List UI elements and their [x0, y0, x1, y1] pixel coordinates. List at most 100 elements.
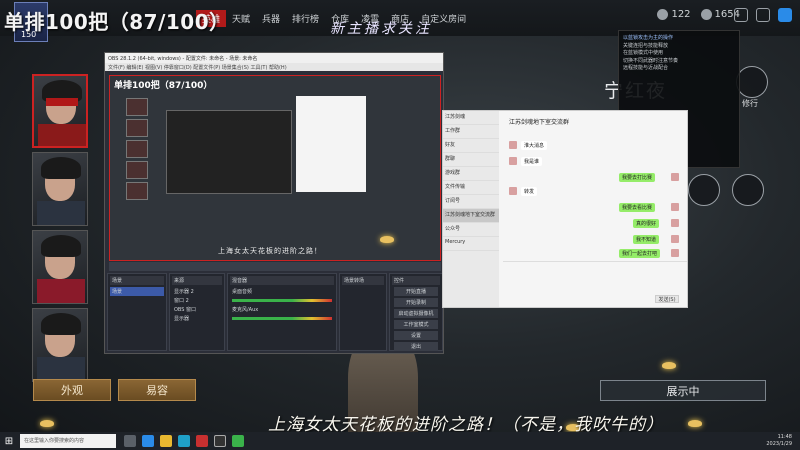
sources-dock: 来源 显示器 2 窗口 2 OBS 窗口 显示器 — [169, 273, 225, 351]
chat-header: 江苏剑魂地下室交流群 — [509, 119, 570, 126]
preview-heroes — [126, 98, 150, 203]
start-recording-button[interactable]: 开始录制 — [394, 298, 438, 307]
contact-item[interactable]: 文件传输 — [443, 181, 499, 195]
settings-button[interactable]: 设置 — [394, 331, 438, 340]
send-button[interactable]: 发送(S) — [655, 295, 679, 303]
preview-subtitle: 上海女太天花板的进阶之路！ — [218, 247, 322, 255]
stream-title-overlay: 单排100把（87/100） — [4, 10, 230, 34]
avatar — [671, 173, 679, 181]
easy-face-button[interactable]: 易容 — [118, 379, 196, 401]
hero-cloth — [38, 124, 86, 146]
virtual-camera-button[interactable]: 启动虚拟摄像机 — [394, 309, 438, 318]
source-item[interactable]: 显示器 — [172, 314, 222, 323]
display-button[interactable]: 展示中 — [600, 380, 766, 401]
contact-item[interactable]: 群聊 — [443, 153, 499, 167]
scenes-dock: 场景 场景 — [107, 273, 167, 351]
preview-hero — [126, 98, 148, 116]
start-streaming-button[interactable]: 开始直播 — [394, 287, 438, 296]
exit-button[interactable]: 退出 — [394, 342, 438, 351]
system-tray: 11:48 2023/1/29 — [766, 434, 792, 447]
sources-header: 来源 — [172, 276, 222, 285]
cultivate-label: 修行 — [742, 99, 758, 108]
preview-toolbar — [109, 262, 441, 271]
transitions-dock: 场景转场 — [339, 273, 387, 351]
message-out: 真的很好 — [633, 219, 660, 228]
chat-window: 江苏剑魂 工作群 好友 群聊 游戏群 文件传输 订阅号 江苏剑魂地下室交流群 公… — [442, 110, 688, 308]
hero-portrait[interactable] — [32, 230, 88, 304]
message-in: 淮大消息 — [521, 141, 548, 150]
task-view-icon[interactable] — [124, 435, 136, 447]
preview-hero — [126, 140, 148, 158]
hero-hair — [41, 313, 81, 335]
obs-app-icon[interactable] — [214, 435, 226, 447]
hero-cloth — [37, 279, 85, 303]
obs-menubar[interactable]: 文件(F) 编辑(E) 视图(V) 停靠窗口(D) 配置文件(P) 场景集合(S… — [105, 63, 443, 71]
source-item[interactable]: 窗口 2 — [172, 296, 222, 305]
contact-item[interactable]: 江苏剑魂 — [443, 111, 499, 125]
skill-icon[interactable] — [688, 174, 720, 206]
contact-item[interactable]: 订阅号 — [443, 195, 499, 209]
preview-nested-chat — [296, 96, 366, 192]
audio-meter[interactable] — [232, 299, 332, 302]
hero-portrait[interactable] — [32, 152, 88, 226]
studio-mode-button[interactable]: 工作室模式 — [394, 320, 438, 329]
preview-hero — [126, 182, 148, 200]
scene-item[interactable]: 场景 — [110, 287, 164, 296]
hero-portrait[interactable] — [32, 74, 88, 148]
windows-start-icon[interactable]: ⊞ — [0, 432, 18, 450]
lantern-icon — [662, 362, 676, 369]
source-item[interactable]: OBS 窗口 — [172, 305, 222, 314]
taskbar: ⊞ 在这里输入你要搜索的内容 11:48 2023/1/29 — [0, 432, 800, 450]
audio-meter[interactable] — [232, 317, 332, 320]
source-item[interactable]: 显示器 2 — [172, 287, 222, 296]
contact-item[interactable]: 好友 — [443, 139, 499, 153]
flame-icon[interactable] — [732, 174, 764, 206]
currency-a: 122 — [657, 9, 691, 20]
contact-item[interactable]: 工作群 — [443, 125, 499, 139]
currency-bar: 122 1654 — [657, 9, 740, 20]
obs-preview: 单排100把（87/100） 上海女太天花板的进阶之路！ — [109, 75, 441, 261]
contact-item[interactable]: 江苏剑魂地下室交流群 — [443, 209, 499, 223]
edge-icon[interactable] — [178, 435, 190, 447]
nav-talent[interactable]: 天赋 — [226, 10, 256, 27]
follow-banner: 新主播求关注 — [330, 21, 432, 37]
tooltip-line: 关键连招与技能释放 — [623, 42, 669, 49]
settings-icon[interactable] — [756, 8, 770, 22]
hero-hair — [41, 235, 81, 257]
preview-hero — [126, 161, 148, 179]
obs-titlebar: OBS 28.1.2 (64-bit, windows) - 配置文件: 未命名… — [105, 53, 443, 63]
contact-list: 江苏剑魂 工作群 好友 群聊 游戏群 文件传输 订阅号 江苏剑魂地下室交流群 公… — [443, 111, 499, 307]
currency-a-value: 122 — [671, 9, 691, 20]
hero-portrait[interactable] — [32, 308, 88, 382]
contact-item[interactable]: 游戏群 — [443, 167, 499, 181]
cultivate-icon[interactable] — [736, 66, 768, 98]
app-icon[interactable] — [778, 8, 792, 22]
hero-mask — [46, 98, 78, 106]
avatar — [509, 187, 517, 195]
folder-icon[interactable] — [160, 435, 172, 447]
preview-hero — [126, 119, 148, 137]
game-app-icon[interactable] — [196, 435, 208, 447]
message-out: 我要去打比赛 — [619, 173, 656, 182]
coin-icon — [657, 9, 669, 20]
controls-dock: 控件 开始直播 开始录制 启动虚拟摄像机 工作室模式 设置 退出 — [389, 273, 443, 351]
contact-item[interactable]: Mercury — [443, 237, 499, 251]
nav-ranking[interactable]: 排行榜 — [286, 10, 325, 27]
controls-header: 控件 — [392, 276, 440, 285]
message-out: 我要去看比赛 — [619, 203, 656, 212]
appearance-button[interactable]: 外观 — [33, 379, 111, 401]
avatar — [509, 141, 517, 149]
wechat-icon[interactable] — [232, 435, 244, 447]
hero-list — [32, 74, 90, 386]
scenes-header: 场景 — [110, 276, 164, 285]
nav-weapon[interactable]: 兵器 — [256, 10, 286, 27]
lantern-icon — [40, 420, 54, 427]
taskbar-search[interactable]: 在这里输入你要搜索的内容 — [20, 434, 116, 448]
avatar — [509, 157, 517, 165]
mail-icon[interactable] — [734, 8, 748, 22]
message-in: 转发 — [521, 187, 538, 196]
taskbar-apps — [124, 435, 244, 447]
message-out: 我不知道 — [633, 235, 660, 244]
contact-item[interactable]: 公众号 — [443, 223, 499, 237]
browser-icon[interactable] — [142, 435, 154, 447]
